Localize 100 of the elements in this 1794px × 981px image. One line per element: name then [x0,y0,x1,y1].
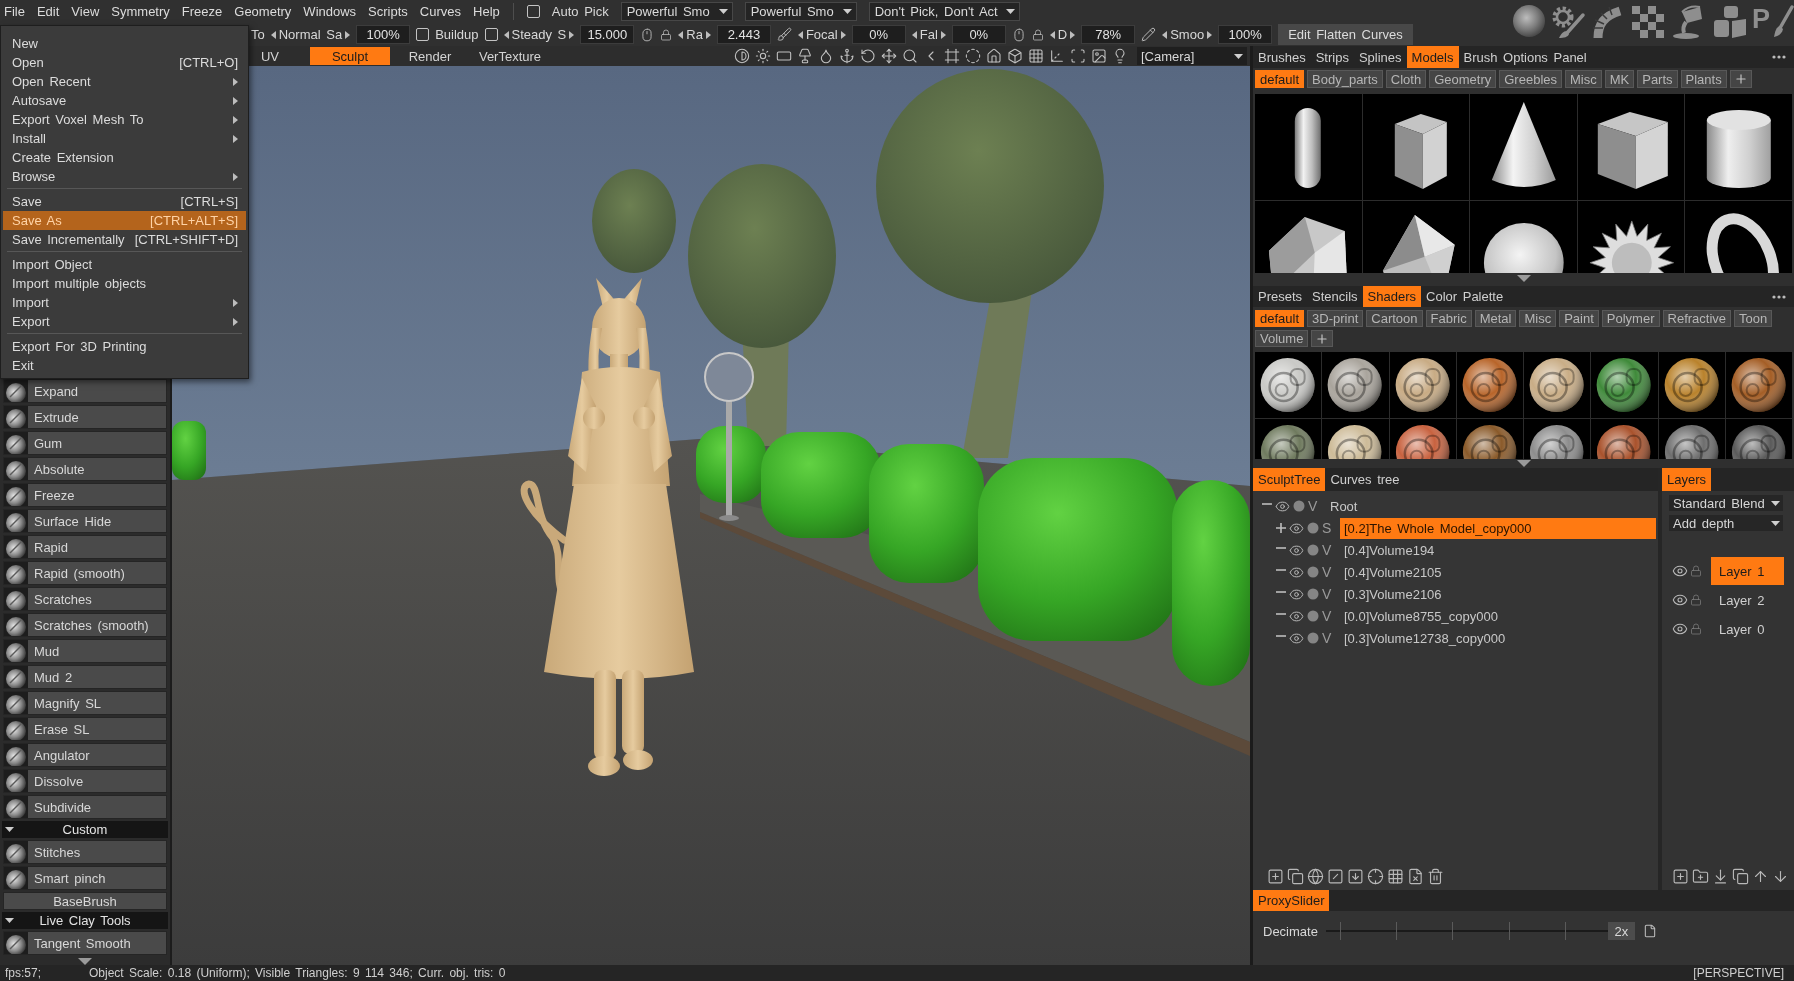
value-field[interactable]: 2.443 [716,25,771,44]
circle-icon[interactable] [1307,522,1319,534]
tool-item[interactable]: Scratches [3,587,167,611]
layer-item[interactable]: Layer 0 [1711,615,1784,643]
tool-item[interactable]: Expand [3,379,167,403]
lock-icon[interactable] [660,28,673,41]
panel-tab[interactable]: Brushes [1253,46,1311,68]
material-thumbnail[interactable] [1255,352,1322,418]
menu-item[interactable]: Curves [419,1,462,22]
category-chip[interactable]: Misc [1519,310,1557,327]
eye-icon[interactable] [1672,563,1688,579]
menu-entry[interactable]: Open Recent [3,72,246,91]
torus-thumbnail[interactable] [1685,201,1792,273]
menu-item[interactable]: Geometry [234,1,292,22]
material-thumbnail[interactable] [1658,352,1725,418]
parameter-stepper[interactable]: Fal [911,25,946,44]
value-field[interactable]: 78% [1081,25,1136,44]
panel-tab[interactable]: Brush Options Panel [1458,46,1592,68]
crosshair-icon[interactable] [1367,867,1384,885]
category-chip[interactable]: Volume [1255,330,1309,347]
panel-tab[interactable]: Layers [1662,468,1712,491]
add-button[interactable] [1311,330,1334,347]
eye-icon[interactable] [1289,520,1304,536]
merge-down-icon[interactable] [1712,867,1729,885]
down-arrow-icon[interactable] [1516,275,1531,282]
room-tab[interactable]: Sculpt [310,47,390,65]
menu-entry[interactable]: Import multiple objects [3,274,246,293]
material-thumbnail[interactable] [1725,419,1792,459]
material-thumbnail[interactable] [1591,352,1658,418]
menu-entry[interactable]: Autosave [3,91,246,110]
menu-entry[interactable]: Export [3,312,246,331]
more-icon[interactable] [1772,55,1786,59]
tool-item[interactable]: Magnify SL [3,691,167,715]
checkbox[interactable] [484,28,498,41]
eye-icon[interactable] [1672,621,1688,637]
circle-icon[interactable] [1307,566,1319,578]
menu-item[interactable]: Windows [303,1,357,22]
room-tab[interactable]: VerTexture [470,47,550,65]
menu-entry[interactable]: Import [3,293,246,312]
slider-track[interactable]: 2x [1325,920,1635,942]
tree-item-label[interactable]: [0.3]Volume12738_copy000 [1340,627,1510,649]
rectangle-icon[interactable] [776,48,792,64]
parameter-stepper[interactable]: Smoo [1162,25,1213,44]
tool-item[interactable]: Subdivide [3,795,167,819]
tree-item-label[interactable]: [0.0]Volume8755_copy000 [1340,605,1502,627]
panel-tab[interactable]: Shaders [1362,286,1422,307]
checkbox[interactable] [526,5,540,18]
menu-item[interactable]: File [4,1,25,22]
eye-icon[interactable] [1289,586,1304,602]
panel-tab[interactable]: Splines [1353,46,1407,68]
dropdown[interactable]: Powerful Smo [744,2,857,21]
down-arrow-icon[interactable] [1516,460,1531,467]
menu-item[interactable]: Scripts [368,1,408,22]
value-field[interactable]: 0% [951,25,1006,44]
eye-icon[interactable] [1289,608,1304,624]
tree-item-label[interactable]: [0.2]The Whole Model_copy000 [1340,517,1656,539]
tree-item-label[interactable]: Root [1326,495,1362,517]
category-chip[interactable]: default [1255,310,1305,327]
mouse-icon[interactable] [640,27,655,42]
image-icon[interactable] [1091,48,1107,64]
dropdown[interactable]: Powerful Smo [620,2,733,21]
category-chip[interactable]: Refractive [1662,310,1732,327]
panel-tab[interactable]: Stencils [1307,286,1363,307]
slider-thumb[interactable]: 2x [1607,922,1635,940]
circle-icon[interactable] [1293,500,1305,512]
menu-entry[interactable]: Export Voxel Mesh To [3,110,246,129]
depth-dropdown[interactable]: Add depth [1669,515,1783,531]
parameter-stepper[interactable]: Focal [797,25,846,44]
layer-item[interactable]: Layer 1 [1711,557,1784,585]
gear-brush-icon[interactable] [1550,4,1586,40]
move-icon[interactable] [881,48,897,64]
material-thumbnail[interactable] [1524,419,1591,459]
menu-item[interactable]: Freeze [181,1,223,22]
box-thumbnail[interactable] [1362,94,1470,200]
tool-item[interactable]: Gum [3,431,167,455]
panel-tab[interactable]: Models [1406,46,1459,68]
brush-icon[interactable] [1774,4,1794,38]
menu-entry[interactable]: Import Object [3,255,246,274]
tool-item[interactable]: Surface Hide [3,509,167,533]
tool-item[interactable]: Scratches (smooth) [3,613,167,637]
slashed-square-icon[interactable] [1327,867,1344,885]
lightbulb-icon[interactable] [1112,48,1128,64]
panel-tab[interactable]: Curves tree [1325,468,1405,491]
icosahedron-thumbnail[interactable] [1362,201,1470,273]
category-chip[interactable]: MK [1604,70,1635,88]
cone-thumbnail[interactable] [1470,94,1577,200]
frame-icon[interactable] [944,48,960,64]
add-button[interactable] [1729,70,1752,88]
menu-item[interactable]: Symmetry [111,1,170,22]
section-header[interactable]: Live Clay Tools [2,912,168,929]
brush-icon[interactable] [776,27,792,42]
value-field[interactable]: 0% [851,25,906,44]
menu-item[interactable]: Help [473,1,500,22]
value-field[interactable]: 15.000 [580,25,635,44]
material-thumbnail[interactable] [1322,419,1389,459]
value-field[interactable]: 100% [356,25,411,44]
category-chip[interactable]: Polymer [1601,310,1660,327]
category-chip[interactable]: 3D-print [1307,310,1364,327]
edit-curves-button[interactable]: Edit Flatten Curves [1278,24,1413,45]
menu-entry[interactable]: New [3,34,246,53]
